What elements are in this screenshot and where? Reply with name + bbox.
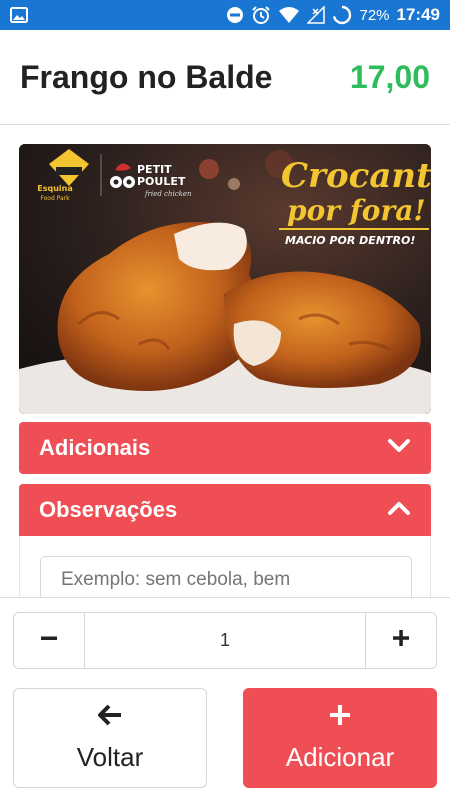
product-content[interactable]: Esquina Food Park PETIT POULET fried chi… xyxy=(0,125,450,597)
banner-tagline: MACIO POR DENTRO! xyxy=(285,234,416,247)
clock: 17:49 xyxy=(396,5,440,24)
product-header: Frango no Balde 17,00 xyxy=(0,30,450,125)
petit-poulet-text: PETIT POULET xyxy=(137,163,186,188)
product-price: 17,00 xyxy=(349,58,430,95)
esquina-logo-subtext: Food Park xyxy=(40,195,70,202)
status-bar: 72% 17:49 xyxy=(0,0,450,30)
arrow-left-icon xyxy=(97,703,123,734)
signal-icon xyxy=(307,6,326,24)
product-title: Frango no Balde xyxy=(20,58,273,95)
banner-headline-1: Crocante xyxy=(281,156,431,196)
add-button-label: Adicionar xyxy=(285,742,395,772)
plus-icon xyxy=(391,628,411,653)
esquina-logo-text: Esquina xyxy=(37,184,73,193)
back-button-label: Voltar xyxy=(76,742,144,772)
observations-input[interactable] xyxy=(40,556,412,597)
quantity-value[interactable]: 1 xyxy=(84,613,366,668)
image-icon xyxy=(10,7,28,23)
wifi-icon xyxy=(278,6,300,24)
adicionais-section-header[interactable]: Adicionais xyxy=(19,422,431,474)
observacoes-section-header[interactable]: Observações xyxy=(19,484,431,536)
observacoes-label: Observações xyxy=(39,497,178,522)
order-footer: 1 Voltar Adicionar xyxy=(0,597,450,800)
battery-icon xyxy=(332,5,352,25)
decrease-quantity-button[interactable] xyxy=(14,613,84,668)
chevron-up-icon xyxy=(387,500,411,521)
battery-level: 72% xyxy=(359,6,390,24)
minus-icon xyxy=(39,628,59,653)
banner-headline-2: por fora! xyxy=(287,194,426,227)
chevron-down-icon xyxy=(387,438,411,459)
observacoes-section-body xyxy=(19,536,431,597)
plus-icon xyxy=(328,703,352,734)
product-banner-image: Esquina Food Park PETIT POULET fried chi… xyxy=(19,144,431,414)
petit-poulet-subtext: fried chicken xyxy=(145,190,192,198)
quantity-stepper: 1 xyxy=(13,612,437,669)
increase-quantity-button[interactable] xyxy=(366,613,436,668)
alarm-icon xyxy=(251,5,271,25)
back-button[interactable]: Voltar xyxy=(13,688,207,788)
adicionais-label: Adicionais xyxy=(39,435,151,460)
add-button[interactable]: Adicionar xyxy=(243,688,437,788)
dnd-icon xyxy=(226,6,244,24)
